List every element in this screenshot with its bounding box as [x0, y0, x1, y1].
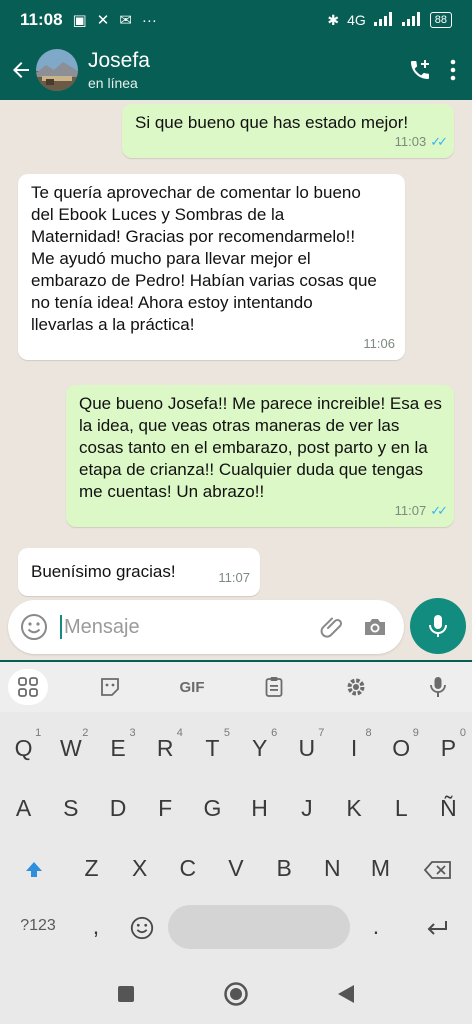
read-ticks-icon: ✓✓ [430, 503, 448, 518]
message-bubble-incoming[interactable]: Te quería aprovechar de comentar lo buen… [18, 174, 405, 360]
contact-name: Josefa [88, 49, 150, 72]
message-text: Te quería aprovechar de comentar lo buen… [31, 183, 377, 334]
message-input[interactable]: Mensaje [64, 616, 320, 639]
contact-info[interactable]: Josefa en línea [88, 49, 150, 91]
system-navigation-bar [0, 964, 472, 1024]
voice-record-button[interactable] [410, 598, 466, 654]
contact-avatar[interactable] [36, 49, 78, 91]
key-u[interactable]: U7 [283, 720, 330, 776]
microphone-icon [429, 615, 447, 637]
comma-key[interactable]: , [76, 898, 116, 954]
message-bubble-incoming[interactable]: Buenísimo gracias! 11:07 [18, 548, 260, 596]
chat-area[interactable]: Si que bueno que has estado mejor! 11:03… [0, 100, 472, 660]
contact-status: en línea [88, 75, 138, 91]
key-l[interactable]: L [378, 780, 425, 836]
shift-key[interactable] [0, 840, 67, 896]
home-icon[interactable] [223, 981, 249, 1007]
message-time: 11:07 [394, 503, 427, 518]
key-c[interactable]: C [164, 840, 212, 896]
numbers-key[interactable]: ?123 [0, 898, 76, 954]
key-e[interactable]: E3 [94, 720, 141, 776]
key-o[interactable]: O9 [378, 720, 425, 776]
message-text: Buenísimo gracias! [31, 562, 176, 581]
text-cursor [60, 615, 62, 639]
sticker-icon[interactable] [90, 669, 130, 705]
status-bar: 11:08 ▣ ✕ ✉ ··· ✱ 4G 88 [0, 0, 472, 40]
key-g[interactable]: G [189, 780, 236, 836]
keyboard-row-3: Z X C V B N M [0, 840, 472, 896]
back-arrow-icon[interactable] [2, 58, 40, 82]
more-notifications-icon: ··· [141, 11, 157, 29]
backspace-key[interactable] [405, 840, 472, 896]
settings-gear-icon[interactable] [336, 669, 376, 705]
key-w[interactable]: W2 [47, 720, 94, 776]
key-p[interactable]: P0 [425, 720, 472, 776]
network-type-label: 4G [347, 12, 366, 28]
key-r[interactable]: R4 [142, 720, 189, 776]
clipboard-icon[interactable] [254, 669, 294, 705]
emoji-icon[interactable] [20, 613, 48, 641]
space-bar[interactable] [168, 905, 350, 949]
keyboard-row-4-right: . [350, 898, 472, 954]
shift-arrow-icon [25, 861, 42, 877]
status-time: 11:08 [20, 10, 63, 29]
key-m[interactable]: M [356, 840, 404, 896]
recent-apps-icon[interactable] [117, 985, 135, 1003]
emoji-key[interactable] [116, 898, 168, 954]
key-v[interactable]: V [212, 840, 260, 896]
key-d[interactable]: D [94, 780, 141, 836]
key-q[interactable]: Q1 [0, 720, 47, 776]
key-y[interactable]: Y6 [236, 720, 283, 776]
key-n[interactable]: N [308, 840, 356, 896]
key-i[interactable]: I8 [330, 720, 377, 776]
keyboard-row-2: A S D F G H J K L Ñ [0, 780, 472, 836]
notification-mail-icon: ✉ [119, 12, 132, 29]
backspace-icon [424, 861, 452, 879]
message-time: 11:07 [218, 570, 250, 585]
message-bubble-outgoing[interactable]: Que bueno Josefa!! Me parece increible! … [66, 385, 454, 527]
key-f[interactable]: F [142, 780, 189, 836]
key-a[interactable]: A [0, 780, 47, 836]
more-options-icon[interactable] [450, 59, 456, 81]
gif-button[interactable]: GIF [172, 669, 212, 705]
key-j[interactable]: J [283, 780, 330, 836]
period-key[interactable]: . [350, 898, 402, 954]
key-h[interactable]: H [236, 780, 283, 836]
keyboard: Q1 W2 E3 R4 T5 Y6 U7 I8 O9 P0 A S D F G … [0, 712, 472, 964]
key-k[interactable]: K [330, 780, 377, 836]
message-input-container: Mensaje [8, 600, 404, 654]
enter-key[interactable] [402, 898, 472, 954]
back-icon[interactable] [337, 984, 355, 1004]
voice-input-icon[interactable] [418, 669, 458, 705]
keyboard-row-1: Q1 W2 E3 R4 T5 Y6 U7 I8 O9 P0 [0, 720, 472, 776]
battery-icon: 88 [429, 12, 452, 28]
camera-icon[interactable] [362, 615, 388, 639]
notification-gallery-icon: ▣ [72, 12, 87, 29]
add-call-icon[interactable] [408, 58, 432, 82]
apps-grid-icon[interactable] [8, 669, 48, 705]
message-time: 11:06 [363, 336, 395, 351]
compose-bar: Mensaje [0, 592, 472, 662]
attach-icon[interactable] [320, 614, 346, 640]
message-text: Que bueno Josefa!! Me parece increible! … [79, 394, 442, 501]
key-t[interactable]: T5 [189, 720, 236, 776]
chat-header: Josefa en línea [0, 40, 472, 100]
signal-strength-icon-2 [401, 11, 422, 29]
keyboard-toolbar: GIF [0, 662, 472, 712]
key-b[interactable]: B [260, 840, 308, 896]
read-ticks-icon: ✓✓ [430, 134, 448, 149]
message-bubble-outgoing[interactable]: Si que bueno que has estado mejor! 11:03… [122, 104, 454, 158]
message-time: 11:03 [394, 134, 427, 149]
emoji-icon [130, 916, 154, 940]
key-x[interactable]: X [116, 840, 164, 896]
notification-app-icon: ✕ [96, 12, 110, 29]
key-z[interactable]: Z [67, 840, 115, 896]
signal-strength-icon [373, 11, 394, 29]
key-s[interactable]: S [47, 780, 94, 836]
key-n-tilde[interactable]: Ñ [425, 780, 472, 836]
bluetooth-icon: ✱ [327, 11, 340, 28]
enter-arrow-icon [427, 920, 447, 935]
